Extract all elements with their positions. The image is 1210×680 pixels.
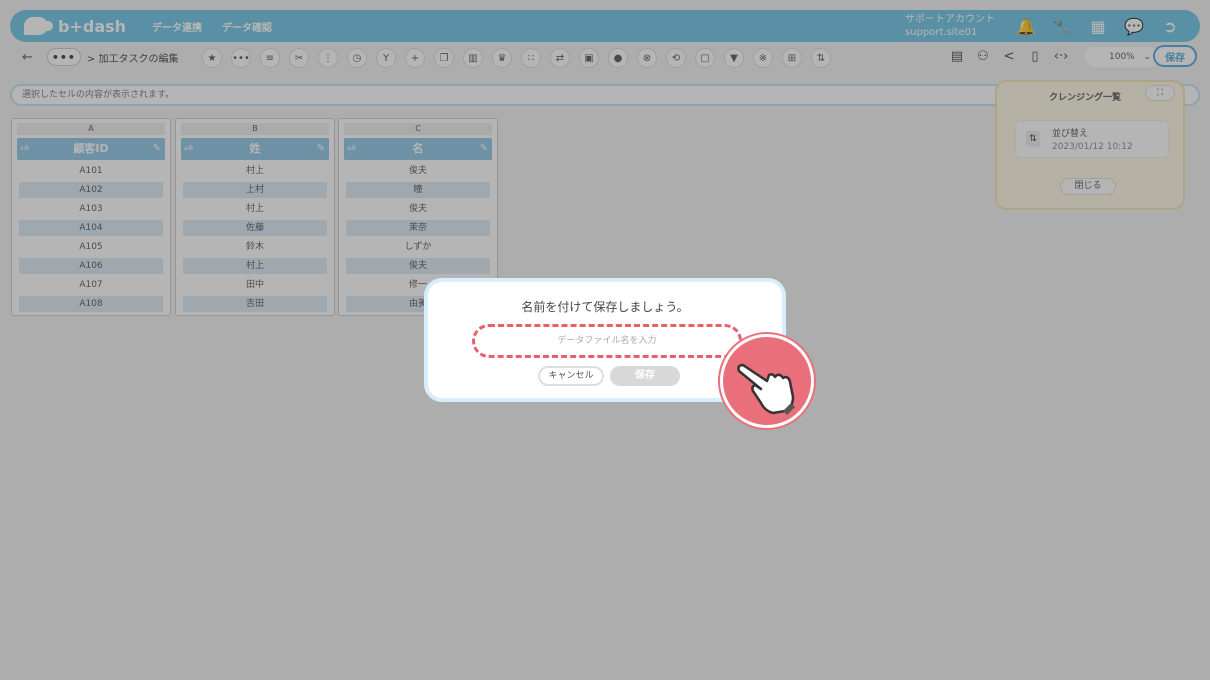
file-name-input[interactable] — [472, 324, 742, 358]
pointing-hand-icon — [720, 334, 814, 428]
cancel-button[interactable]: キャンセル — [538, 366, 604, 386]
dialog-title: 名前を付けて保存しましょう。 — [521, 300, 689, 314]
dialog-save-button[interactable]: 保存 — [610, 366, 680, 386]
